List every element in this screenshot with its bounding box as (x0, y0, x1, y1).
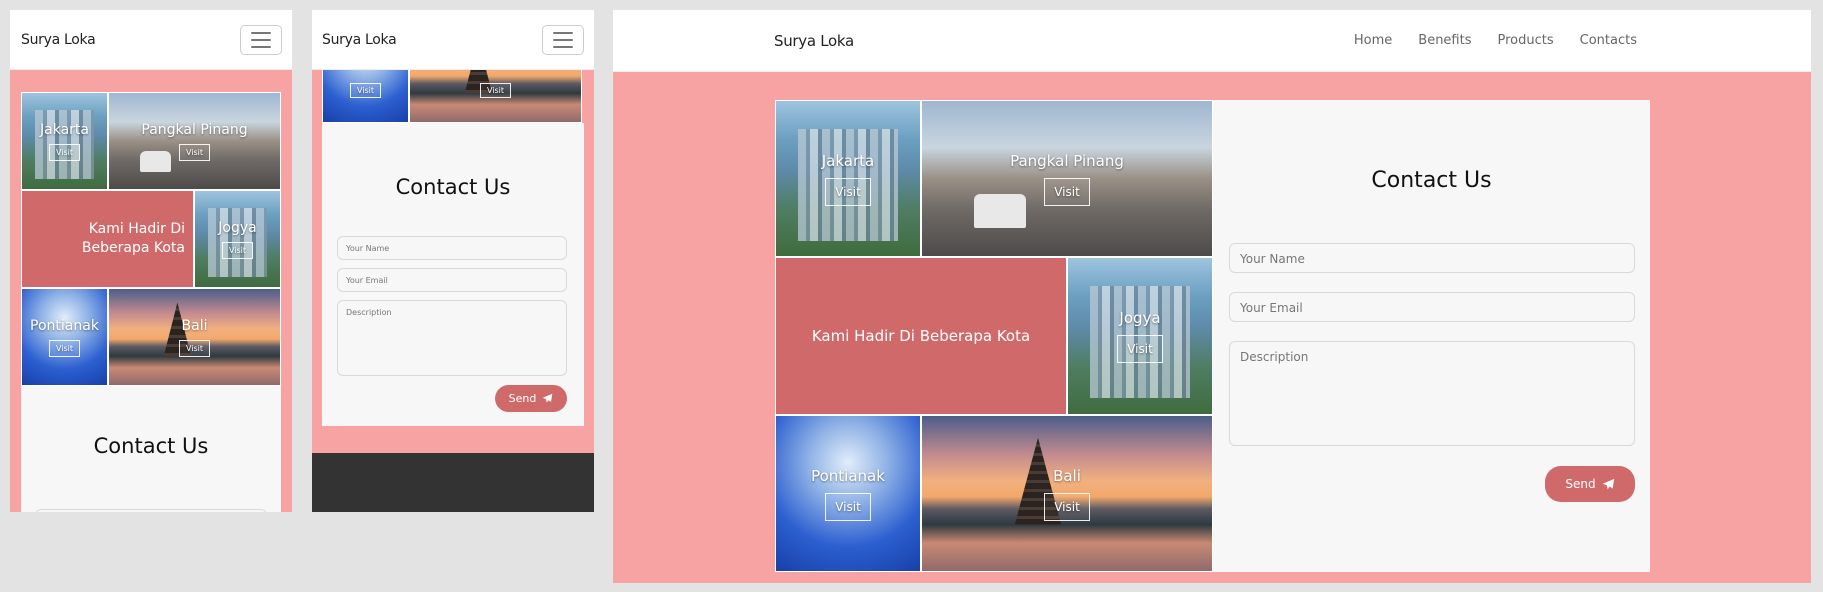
tagline-text: Kami Hadir Di Beberapa Kota (811, 327, 1031, 345)
nav-products[interactable]: Products (1498, 33, 1554, 48)
tagline-text: Kami Hadir Di Beberapa Kota (81, 221, 185, 256)
visit-button[interactable]: Visit (48, 339, 81, 357)
visit-button[interactable]: Visit (479, 83, 512, 98)
visit-button[interactable]: Visit (349, 83, 382, 98)
visit-button[interactable]: Visit (48, 143, 81, 161)
menu-toggle-button[interactable] (542, 24, 584, 55)
navbar: Surya Loka (312, 10, 594, 70)
nav-benefits[interactable]: Benefits (1418, 33, 1471, 48)
tile-jogya: Jogya Visit (1067, 257, 1213, 415)
name-input[interactable]: Your Name (1229, 243, 1635, 273)
gallery-grid: Jakarta Visit Pangkal Pinang Visit Kami Ha… (21, 92, 281, 386)
visit-button[interactable]: Visit (825, 177, 871, 206)
city-name: Pangkal Pinang (1010, 151, 1124, 170)
visit-button[interactable]: Visit (221, 241, 254, 259)
mobile-preview-2: Surya Loka Visit Visit Contact Us Your N… (312, 10, 594, 512)
name-input[interactable]: Your Name (35, 509, 267, 512)
city-name: Pontianak (811, 466, 885, 485)
contact-card: Contact Us Your Name Your Email Descript… (1213, 100, 1650, 572)
paper-plane-icon (1602, 478, 1614, 489)
tile-pontianak: Pontianak Visit (775, 415, 921, 572)
contact-card: Contact Us Your Name Your Email Descript… (322, 123, 584, 426)
navbar: Surya Loka Home Benefits Products Contac… (613, 10, 1811, 72)
name-input[interactable]: Your Name (337, 236, 567, 260)
send-label: Send (1565, 477, 1596, 491)
city-name: Pangkal Pinang (141, 121, 248, 138)
desktop-preview: Surya Loka Home Benefits Products Contac… (613, 10, 1811, 583)
contact-card: Contact Us Your Name (21, 386, 281, 512)
tile-tagline: Kami Hadir Di Beberapa Kota (775, 257, 1067, 415)
description-textarea[interactable]: Description (337, 300, 567, 376)
visit-button[interactable]: Visit (1044, 492, 1090, 521)
send-button[interactable]: Send (495, 385, 567, 412)
nav-contacts[interactable]: Contacts (1580, 33, 1637, 48)
tile-jakarta: Jakarta Visit (775, 100, 921, 257)
tile-pontianak: Pontianak Visit (21, 288, 108, 386)
visit-button[interactable]: Visit (1117, 335, 1163, 363)
footer (312, 453, 594, 512)
gallery-grid: Jakarta Visit Pangkal Pinang Visit Kami Ha… (775, 100, 1213, 572)
description-textarea[interactable]: Description (1229, 341, 1635, 446)
city-name: Jogya (218, 219, 257, 236)
contact-title: Contact Us (395, 175, 511, 199)
email-input[interactable]: Your Email (337, 268, 567, 292)
contact-title: Contact Us (1371, 168, 1492, 193)
visit-button[interactable]: Visit (825, 492, 871, 521)
tile-pangkal-pinang: Pangkal Pinang Visit (108, 92, 281, 190)
tile-pangkal-pinang: Pangkal Pinang Visit (921, 100, 1213, 257)
hamburger-menu-icon (553, 31, 573, 34)
send-label: Send (508, 392, 537, 405)
paper-plane-icon (543, 393, 553, 403)
city-name: Jakarta (40, 121, 89, 138)
tile-bali: Bali Visit (108, 288, 281, 386)
city-name: Pontianak (30, 317, 99, 334)
city-name: Bali (181, 317, 208, 334)
visit-button[interactable]: Visit (178, 339, 211, 357)
visit-button[interactable]: Visit (1044, 177, 1090, 206)
brand-logo[interactable]: Surya Loka (774, 32, 854, 50)
city-name: Bali (1053, 466, 1081, 485)
tile-bali: Bali Visit (921, 415, 1213, 572)
main-nav: Home Benefits Products Contacts (1354, 33, 1637, 48)
city-name: Jogya (1119, 309, 1161, 327)
contact-title: Contact Us (93, 434, 209, 458)
email-input[interactable]: Your Email (1229, 292, 1635, 322)
tile-tagline: Kami Hadir Di Beberapa Kota (21, 190, 194, 288)
city-name: Jakarta (821, 151, 875, 170)
hamburger-menu-icon (251, 31, 271, 34)
visit-button[interactable]: Visit (178, 143, 211, 161)
tile-jogya: Jogya Visit (194, 190, 281, 288)
mobile-preview-1: Surya Loka Jakarta Visit Pangkal Pinang Vi… (10, 10, 292, 512)
nav-home[interactable]: Home (1354, 33, 1392, 48)
tile-jakarta: Jakarta Visit (21, 92, 108, 190)
send-button[interactable]: Send (1545, 466, 1635, 502)
brand-logo[interactable]: Surya Loka (21, 32, 96, 48)
menu-toggle-button[interactable] (240, 24, 282, 55)
brand-logo[interactable]: Surya Loka (322, 32, 397, 48)
navbar: Surya Loka (10, 10, 292, 70)
